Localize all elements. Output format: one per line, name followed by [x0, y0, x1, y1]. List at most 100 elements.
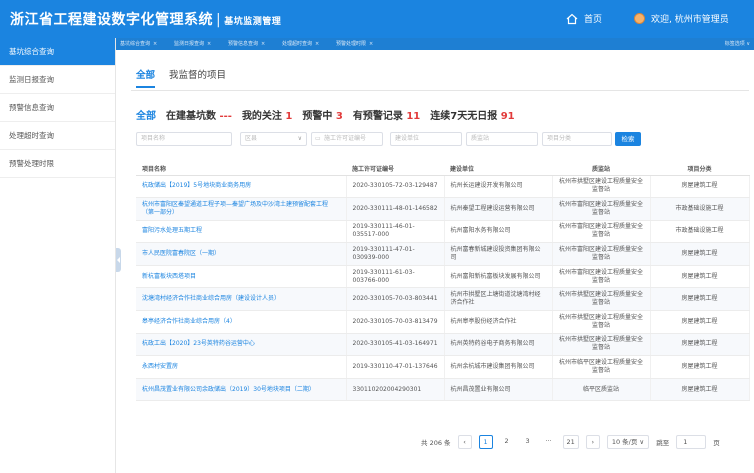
- tab-label: 基坑综合查询: [120, 41, 151, 47]
- page-unit-label: 页: [713, 439, 720, 447]
- table-row[interactable]: 杭州昌茂置业有限公司余政储出（2019）30号地块项目（二期） 33011020…: [136, 378, 750, 402]
- permit-number: 2020-330105-70-03-803441: [346, 287, 445, 312]
- table-row[interactable]: 富阳污水处理五期工程 2019-330111-46-01-035517-000 …: [136, 220, 750, 244]
- project-name-link[interactable]: 市人民医院富春院区（一期）: [136, 242, 347, 266]
- builder: 杭州余杭城市建设集团有限公司: [444, 355, 553, 379]
- stat-label: 在建基坑数: [166, 111, 216, 122]
- goto-label: 跳至: [656, 439, 670, 447]
- stat-nodaily[interactable]: 连续7天无日报 91: [430, 107, 514, 122]
- sidebar-item-daily-report[interactable]: 监测日报查询: [0, 66, 115, 94]
- category: 房屋建筑工程: [650, 287, 750, 312]
- supervisor: 杭州市富阳区建设工程质量安全监督站: [552, 265, 651, 289]
- close-icon[interactable]: ×: [207, 41, 211, 47]
- table-row[interactable]: 杭州市富阳区秦望通道工程子项—秦望广场及中沙湾土建预留配套工程（第一部分） 20…: [136, 197, 750, 221]
- page-button-2[interactable]: 2: [499, 435, 514, 449]
- page-ellipsis[interactable]: ···: [541, 435, 556, 449]
- project-name-input[interactable]: 项目名称: [136, 132, 232, 146]
- stat-label: 有预警记录: [352, 111, 403, 122]
- table-row[interactable]: 沈塘湾村经济合作社商业综合用房（建设设计人员） 2020-330105-70-0…: [136, 287, 750, 312]
- tab-options-menu[interactable]: 标签选项 ∨: [725, 40, 750, 48]
- stat-value: 3: [335, 111, 343, 122]
- goto-page-input[interactable]: 1: [676, 435, 707, 449]
- user-menu[interactable]: 欢迎, 杭州市管理员: [634, 12, 729, 25]
- project-name-link[interactable]: 永西村安置房: [136, 355, 347, 379]
- sidebar-item-deadline[interactable]: 预警处理时限: [0, 150, 115, 178]
- builder-input[interactable]: 建设单位: [390, 132, 462, 146]
- permit-placeholder: 施工许可证编号: [324, 135, 367, 142]
- supervisor: 杭州市富阳区建设工程质量安全监督站: [552, 197, 651, 221]
- tab-daily-report[interactable]: 监测日报查询 ×: [174, 40, 211, 48]
- project-name-link[interactable]: 杭政工出【2020】23号英特药谷运营中心: [136, 333, 347, 357]
- project-name-link[interactable]: 杭州昌茂置业有限公司余政储出（2019）30号地块项目（二期）: [136, 378, 347, 402]
- close-icon[interactable]: ×: [369, 41, 373, 47]
- column-header[interactable]: 施工许可证编号: [346, 163, 444, 176]
- tab-warning-info[interactable]: 预警信息查询 ×: [228, 40, 265, 48]
- permit-number: 330110202004290301: [346, 378, 445, 402]
- category: 房屋建筑工程: [650, 175, 750, 199]
- tab-timeout[interactable]: 处理超时查询 ×: [282, 40, 319, 48]
- home-link[interactable]: 首页: [566, 12, 602, 25]
- table-row[interactable]: 新杭富板块西塔项目 2019-330111-61-03-003766-000 杭…: [136, 265, 750, 289]
- stat-all[interactable]: 全部: [136, 107, 156, 122]
- project-name-link[interactable]: 富阳污水处理五期工程: [136, 220, 347, 244]
- table-row[interactable]: 皋亭经济合作社商业综合用房（4） 2020-330105-70-03-81347…: [136, 310, 750, 334]
- tab-label: 预警信息查询: [228, 41, 259, 47]
- close-icon[interactable]: ×: [261, 41, 265, 47]
- prev-page-button[interactable]: ‹: [457, 435, 472, 449]
- stat-value: ---: [219, 111, 232, 122]
- column-header[interactable]: 项目名称: [136, 163, 346, 176]
- stat-building[interactable]: 在建基坑数 ---: [166, 107, 232, 122]
- stat-warning[interactable]: 预警中 3: [302, 107, 342, 122]
- stat-value: 1: [285, 111, 293, 122]
- table-row[interactable]: 市人民医院富春院区（一期） 2019-330111-47-01-030939-0…: [136, 242, 750, 266]
- scope-tab-all[interactable]: 全部: [136, 67, 156, 88]
- table-row[interactable]: 杭政工出【2020】23号英特药谷运营中心 2020-330105-41-03-…: [136, 333, 750, 357]
- title-separator: |: [216, 12, 222, 28]
- project-name-link[interactable]: 杭政储出【2019】5号地块商业商务用房: [136, 175, 347, 199]
- page-button-21[interactable]: 21: [562, 435, 579, 449]
- column-header[interactable]: 项目分类: [650, 163, 749, 176]
- scope-tabs: 全部 我监督的项目: [136, 67, 226, 88]
- close-icon[interactable]: ×: [315, 41, 319, 47]
- category: 房屋建筑工程: [650, 242, 750, 266]
- home-label: 首页: [584, 15, 603, 25]
- stat-follow[interactable]: 我的关注 1: [242, 107, 292, 122]
- builder: 杭州秦望工程建设运营有限公司: [444, 197, 553, 221]
- builder: 杭州富阳新杭富板块发展有限公司: [444, 265, 553, 289]
- permit-number: 2020-330111-48-01-146582: [346, 197, 445, 221]
- tab-label: 监测日报查询: [174, 41, 205, 47]
- builder: 杭州昌茂置业有限公司: [444, 378, 553, 402]
- stat-label: 我的关注: [241, 111, 282, 122]
- sidebar-item-pit-query[interactable]: 基坑综合查询: [0, 38, 115, 66]
- column-header[interactable]: 建设单位: [444, 163, 552, 176]
- supervisor: 杭州市拱墅区建设工程质量安全监督站: [552, 333, 651, 357]
- project-name-link[interactable]: 新杭富板块西塔项目: [136, 265, 347, 289]
- category: 房屋建筑工程: [650, 333, 750, 357]
- permit-number: 2019-330111-47-01-030939-000: [346, 242, 445, 266]
- page-size-select[interactable]: 10 条/页 ∨: [606, 435, 650, 449]
- sidebar-item-timeout[interactable]: 处理超时查询: [0, 122, 115, 150]
- tab-deadline[interactable]: 预警处理时限 ×: [336, 40, 373, 48]
- sidebar-item-warning-info[interactable]: 预警信息查询: [0, 94, 115, 122]
- permit-number-input[interactable]: ▭ 施工许可证编号: [311, 132, 383, 146]
- supervisor-input[interactable]: 质监站: [466, 132, 538, 146]
- next-page-button[interactable]: ›: [585, 435, 600, 449]
- project-name-link[interactable]: 皋亭经济合作社商业综合用房（4）: [136, 310, 347, 334]
- project-name-link[interactable]: 沈塘湾村经济合作社商业综合用房（建设设计人员）: [136, 287, 347, 312]
- table-row[interactable]: 永西村安置房 2019-330110-47-01-137646 杭州余杭城市建设…: [136, 355, 750, 379]
- permit-number: 2019-330111-61-03-003766-000: [346, 265, 445, 289]
- stat-record[interactable]: 有预警记录 11: [353, 107, 420, 122]
- page-button-1[interactable]: 1: [478, 435, 493, 449]
- category-input[interactable]: 项目分类: [542, 132, 612, 146]
- column-header[interactable]: 质监站: [552, 163, 650, 176]
- region-select[interactable]: 区县 ∨: [240, 132, 307, 146]
- welcome-label: 欢迎, 杭州市管理员: [651, 15, 729, 25]
- supervisor: 杭州市富阳区建设工程质量安全监督站: [552, 220, 651, 244]
- table-row[interactable]: 杭政储出【2019】5号地块商业商务用房 2020-330105-72-03-1…: [136, 175, 750, 199]
- search-button[interactable]: 检索: [615, 132, 641, 146]
- page-button-3[interactable]: 3: [520, 435, 535, 449]
- scope-tab-mine[interactable]: 我监督的项目: [169, 67, 226, 88]
- tab-pit-query[interactable]: 基坑综合查询 ×: [120, 40, 157, 48]
- project-name-link[interactable]: 杭州市富阳区秦望通道工程子项—秦望广场及中沙湾土建预留配套工程（第一部分）: [136, 197, 347, 221]
- close-icon[interactable]: ×: [153, 41, 157, 47]
